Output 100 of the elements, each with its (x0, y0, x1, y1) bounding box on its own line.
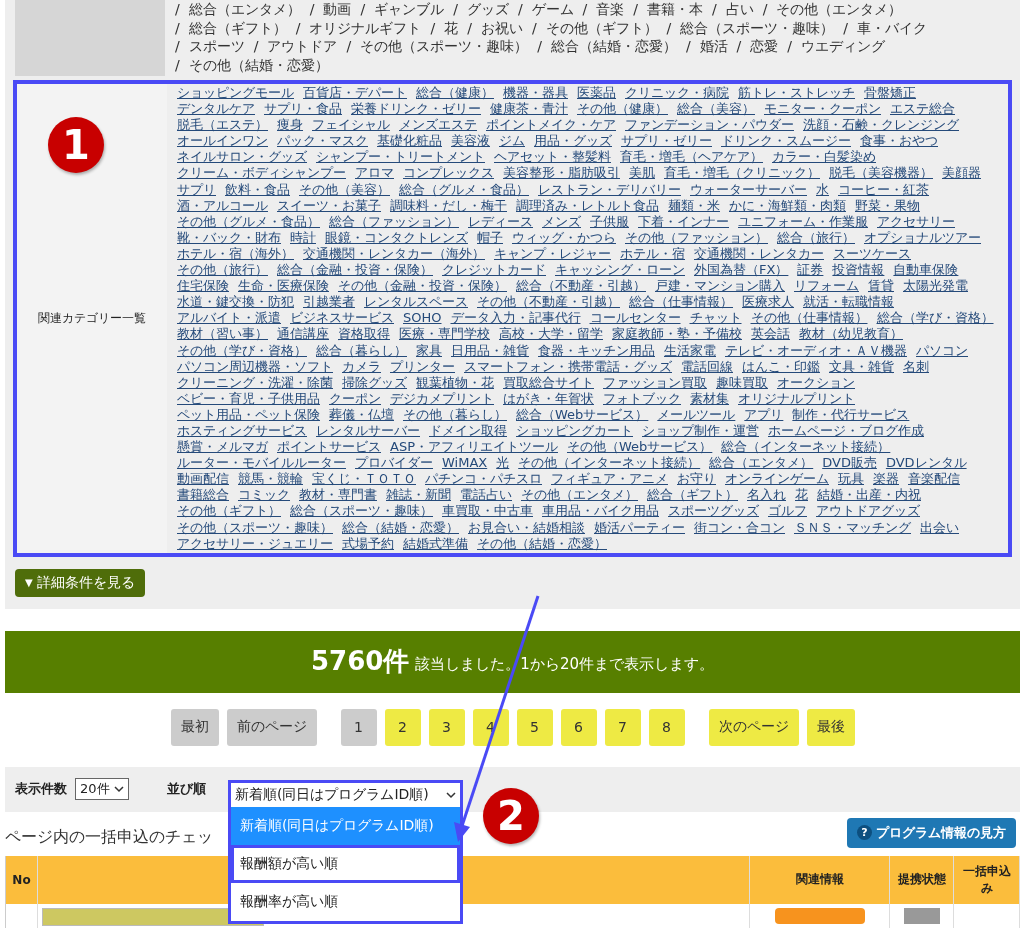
category-link[interactable]: アクセサリー (877, 213, 955, 230)
category-link[interactable]: エステ総合 (890, 101, 955, 118)
category-link[interactable]: 痩身 (277, 117, 303, 134)
category-link[interactable]: 投資情報 (832, 262, 885, 279)
category-link[interactable]: カメラ (342, 358, 381, 375)
category-link[interactable]: 調味料・だし・梅干 (390, 197, 507, 214)
category-link[interactable]: 調理済み・レトルト食品 (516, 197, 659, 214)
category-link[interactable]: 洗顔・石鹸・クレンジング (803, 117, 959, 134)
category-link[interactable]: メンズエステ (399, 117, 477, 134)
category-link[interactable]: 総合（学び・資格） (876, 310, 994, 327)
category-link[interactable]: スポーツグッズ (668, 503, 759, 520)
category-link[interactable]: 資格取得 (338, 326, 390, 343)
category-link[interactable]: キャッシング・ローン (555, 262, 685, 279)
per-page-select[interactable]: 20件 (75, 778, 129, 801)
category-link[interactable]: その他（学び・資格） (177, 342, 307, 359)
category-link[interactable]: ドメイン取得 (429, 422, 507, 440)
category-link[interactable]: その他（旅行） (177, 262, 268, 279)
category-link[interactable]: アウトドアグッズ (816, 503, 920, 520)
category-link[interactable]: 野菜・果物 (855, 197, 920, 214)
category-link[interactable]: その他（スポーツ・趣味） (177, 519, 333, 536)
category-link[interactable]: 医療・専門学校 (399, 326, 490, 343)
category-link[interactable]: 総合（スポーツ・趣味） (290, 503, 433, 520)
category-link[interactable]: 掃除グッズ (342, 374, 407, 391)
category-link[interactable]: 花 (795, 487, 808, 504)
category-link[interactable]: メールツール (657, 406, 736, 423)
category-link[interactable]: 葬儀・仏壇 (329, 406, 394, 423)
category-link[interactable]: はがき・年賀状 (503, 390, 594, 407)
category-link[interactable]: リフォーム (794, 278, 859, 295)
category-link[interactable]: ポイントメイク・ケア (486, 117, 616, 134)
category-link[interactable]: 車買取・中古車 (442, 503, 533, 520)
category-link[interactable]: 総合（エンタメ） (709, 455, 814, 472)
page-nav-button[interactable]: 最後 (806, 708, 855, 746)
category-link[interactable]: サプリ・ゼリー (621, 133, 712, 150)
category-link[interactable]: プリンター (390, 358, 455, 375)
category-link[interactable]: 美容液 (451, 133, 490, 150)
category-link[interactable]: 総合（旅行） (777, 229, 855, 246)
category-link[interactable]: 総合（不動産・引越） (516, 278, 646, 295)
category-link[interactable]: 買取総合サイト (503, 374, 594, 391)
category-link[interactable]: 総合（美容） (677, 101, 755, 118)
category-link[interactable]: お見合い・結婚相談 (468, 519, 585, 536)
category-link[interactable]: 基礎化粧品 (377, 133, 442, 150)
category-link[interactable]: DVDレンタル (885, 455, 967, 472)
category-link[interactable]: 総合（グルメ・食品） (399, 181, 529, 198)
category-link[interactable]: クリニック・病院 (625, 85, 729, 102)
category-link[interactable]: 育毛・増毛（クリニック） (664, 165, 820, 182)
category-link[interactable]: ウォーターサーバー (690, 181, 807, 198)
category-link[interactable]: 結婚・出産・内祝 (817, 487, 921, 504)
category-link[interactable]: 酒・アルコール (177, 197, 268, 214)
action-button[interactable] (774, 907, 865, 924)
category-link[interactable]: DVD販売 (822, 455, 877, 472)
category-link[interactable]: アロマ (355, 165, 394, 182)
category-link[interactable]: 食器・キッチン用品 (538, 342, 655, 359)
page-button[interactable]: 8 (648, 708, 685, 746)
category-link[interactable]: 街コン・合コン (694, 519, 785, 536)
category-link[interactable]: メンズ (542, 213, 581, 230)
page-button[interactable]: 2 (384, 708, 421, 746)
category-link[interactable]: 脱毛（エステ） (177, 117, 268, 134)
category-link[interactable]: 日用品・雑貨 (451, 342, 529, 359)
category-link[interactable]: デンタルケア (177, 101, 255, 118)
category-link[interactable]: デジカメプリント (390, 390, 494, 407)
category-link[interactable]: チャット (689, 310, 742, 327)
category-link[interactable]: 観葉植物・花 (416, 374, 494, 391)
category-link[interactable]: その他（グルメ・食品） (177, 213, 320, 230)
category-link[interactable]: クリーム・ボディシャンプー (177, 165, 346, 182)
category-link[interactable]: 百貨店・デパート (303, 85, 407, 102)
category-link[interactable]: 名刺 (903, 358, 929, 375)
category-link[interactable]: 麺類・米 (668, 197, 720, 214)
category-link[interactable]: 教材（習い事） (177, 326, 268, 343)
page-button[interactable]: 7 (604, 708, 641, 746)
category-link[interactable]: シャンプー・トリートメント (316, 149, 485, 166)
category-link[interactable]: クリーニング・洗濯・除菌 (177, 374, 333, 391)
category-link[interactable]: 用品・グッズ (534, 133, 612, 150)
category-link[interactable]: その他（インターネット接続） (518, 455, 701, 472)
category-link[interactable]: 飲料・食品 (225, 181, 290, 198)
category-link[interactable]: その他（Webサービス） (567, 439, 713, 456)
category-link[interactable]: WiMAX (442, 455, 488, 472)
category-link[interactable]: かに・海鮮類・肉類 (729, 197, 846, 214)
category-link[interactable]: パソコン周辺機器・ソフト (177, 358, 333, 375)
category-link[interactable]: 美肌 (629, 165, 655, 182)
category-link[interactable]: ポイントサービス (277, 439, 381, 456)
category-link[interactable]: ベビー・育児・子供用品 (177, 390, 320, 407)
category-link[interactable]: その他（金融・投資・保険） (338, 278, 507, 295)
category-link[interactable]: コミック (238, 487, 290, 504)
category-link[interactable]: 育毛・増毛（ヘアケア） (620, 149, 763, 166)
page-nav-button[interactable]: 次のページ (708, 708, 799, 746)
category-link[interactable]: 時計 (290, 229, 316, 246)
category-link[interactable]: ショッピングモール (177, 85, 294, 102)
category-link[interactable]: 総合（ファッション） (329, 213, 459, 230)
category-link[interactable]: アルバイト・派遣 (177, 310, 281, 327)
category-link[interactable]: 婚活パーティー (594, 519, 685, 536)
category-link[interactable]: ホームページ・ブログ作成 (768, 422, 924, 440)
category-link[interactable]: 栄養ドリンク・ゼリー (351, 101, 481, 118)
page-button[interactable]: 1 (340, 708, 377, 746)
category-link[interactable]: パック・マスク (277, 133, 368, 150)
category-link[interactable]: 医療求人 (742, 294, 794, 311)
category-link[interactable]: オールインワン (177, 133, 268, 150)
category-link[interactable]: 電話占い (460, 487, 512, 504)
category-link[interactable]: ホテル・宿 (620, 245, 685, 263)
category-link[interactable]: 筋トレ・ストレッチ (738, 85, 855, 102)
category-link[interactable]: パチンコ・パチスロ (425, 471, 542, 488)
